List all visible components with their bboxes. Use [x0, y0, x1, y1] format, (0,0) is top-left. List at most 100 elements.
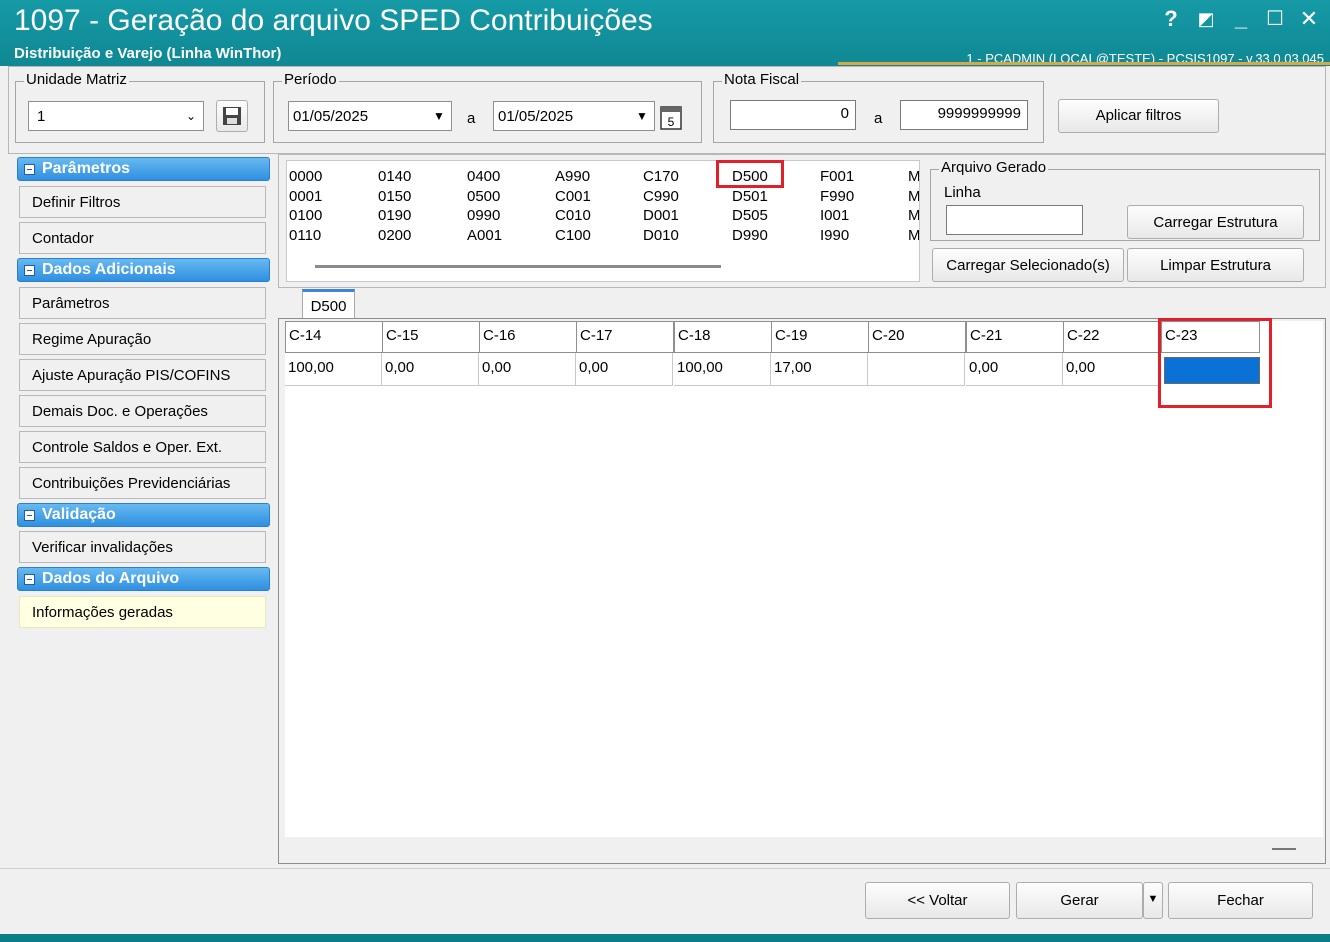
grid-cell[interactable]: 17,00: [771, 353, 868, 386]
horizontal-scrollbar[interactable]: [315, 265, 721, 268]
structure-record-item[interactable]: D505: [732, 206, 768, 225]
structure-record-item[interactable]: A990: [555, 167, 590, 186]
apply-filters-button[interactable]: Aplicar filtros: [1058, 99, 1219, 133]
grid-column-header[interactable]: C-16: [479, 321, 577, 353]
nav-item-definir-filtros[interactable]: Definir Filtros: [19, 186, 266, 218]
structure-record-item[interactable]: 0110: [289, 226, 321, 245]
collapse-icon[interactable]: [24, 574, 35, 585]
grid-cell[interactable]: 100,00: [285, 353, 382, 386]
structure-record-item[interactable]: 0190: [378, 206, 411, 225]
periodo-start-date[interactable]: 01/05/2025 ▼: [288, 101, 452, 131]
close-icon[interactable]: ✕: [1296, 6, 1322, 32]
limpar-estrutura-button[interactable]: Limpar Estrutura: [1127, 248, 1304, 282]
minimize-icon[interactable]: _: [1228, 6, 1254, 32]
structure-record-item[interactable]: M: [908, 187, 919, 206]
structure-record-item[interactable]: I990: [820, 226, 849, 245]
grid-resize-handle[interactable]: [1272, 848, 1296, 850]
grid-cell[interactable]: 0,00: [576, 353, 673, 386]
structure-record-item[interactable]: C001: [555, 187, 591, 206]
structure-record-item[interactable]: 0400: [467, 167, 500, 186]
nav-item-controle-saldos[interactable]: Controle Saldos e Oper. Ext.: [19, 431, 266, 463]
structure-record-item[interactable]: C170: [643, 167, 679, 186]
structure-record-item[interactable]: 0500: [467, 187, 500, 206]
collapse-icon[interactable]: [24, 510, 35, 521]
voltar-button[interactable]: << Voltar: [865, 882, 1010, 919]
periodo-start-value: 01/05/2025: [293, 108, 369, 125]
nota-fiscal-start-input[interactable]: 0: [730, 100, 856, 130]
nav-item-demais-doc[interactable]: Demais Doc. e Operações: [19, 395, 266, 427]
nav-item-contribuicoes-previdenciarias[interactable]: Contribuições Previdenciárias: [19, 467, 266, 499]
structure-record-item[interactable]: C990: [643, 187, 679, 206]
nav-item-verificar-invalidacoes[interactable]: Verificar invalidações: [19, 531, 266, 563]
grid-column-header[interactable]: C-18: [674, 321, 772, 353]
calendar-icon[interactable]: 5: [658, 103, 684, 131]
structure-record-item[interactable]: D010: [643, 226, 679, 245]
grid-cell[interactable]: 0,00: [479, 353, 576, 386]
structure-record-item[interactable]: 0990: [467, 206, 500, 225]
grid-column-header[interactable]: C-21: [966, 321, 1064, 353]
title-bar[interactable]: 1097 - Geração do arquivo SPED Contribui…: [0, 0, 1330, 66]
nav-item-informacoes-geradas[interactable]: Informações geradas: [19, 596, 266, 628]
structure-record-item[interactable]: F990: [820, 187, 854, 206]
structure-record-item[interactable]: I001: [820, 206, 849, 225]
nav-group-validacao[interactable]: Validação: [17, 503, 270, 527]
grid-column-header[interactable]: C-19: [771, 321, 869, 353]
collapse-icon[interactable]: [24, 164, 35, 175]
window-bottom-border: [0, 934, 1330, 942]
structure-record-item[interactable]: D501: [732, 187, 768, 206]
periodo-end-date[interactable]: 01/05/2025 ▼: [493, 101, 655, 131]
structure-record-item[interactable]: C010: [555, 206, 591, 225]
nav-item-regime-apuracao[interactable]: Regime Apuração: [19, 323, 266, 355]
structure-record-item[interactable]: C100: [555, 226, 591, 245]
grid-cell[interactable]: 0,00: [382, 353, 479, 386]
grid-column-header[interactable]: C-15: [382, 321, 480, 353]
grid-cell[interactable]: 0,00: [1063, 353, 1160, 386]
structure-list[interactable]: 0000 0001 0100 0110 0140 0150 0190 0200 0400 0500…: [286, 160, 920, 282]
carregar-estrutura-button[interactable]: Carregar Estrutura: [1127, 205, 1304, 239]
structure-record-item[interactable]: F001: [820, 167, 854, 186]
structure-record-item[interactable]: 0001: [289, 187, 322, 206]
linha-input[interactable]: [946, 205, 1083, 235]
structure-record-item[interactable]: 0200: [378, 226, 411, 245]
structure-record-item[interactable]: 0100: [289, 206, 322, 225]
nav-item-ajuste-apuracao[interactable]: Ajuste Apuração PIS/COFINS: [19, 359, 266, 391]
structure-record-item[interactable]: 0150: [378, 187, 411, 206]
chevron-down-icon[interactable]: ⌄: [179, 102, 203, 130]
grid-column-header[interactable]: C-20: [868, 321, 966, 353]
help-icon[interactable]: ?: [1158, 6, 1184, 32]
gerar-button[interactable]: Gerar: [1016, 882, 1143, 919]
grid-column-header[interactable]: C-17: [576, 321, 674, 353]
nota-fiscal-end-input[interactable]: 9999999999: [900, 100, 1028, 130]
grid-cell[interactable]: 0,00: [966, 353, 1063, 386]
grid-column-header[interactable]: C-14: [285, 321, 383, 353]
nav-group-dados-arquivo[interactable]: Dados do Arquivo: [17, 567, 270, 591]
carregar-selecionados-button[interactable]: Carregar Selecionado(s): [932, 248, 1124, 282]
nav-group-title: Dados Adicionais: [42, 261, 176, 278]
tab-d500[interactable]: D500: [302, 289, 355, 319]
gerar-dropdown-icon[interactable]: ▼: [1143, 882, 1163, 919]
structure-record-item[interactable]: 0140: [378, 167, 411, 186]
nav-group-parametros[interactable]: Parâmetros: [17, 157, 270, 181]
fechar-button[interactable]: Fechar: [1168, 882, 1313, 919]
unidade-matriz-select[interactable]: 1 ⌄: [28, 101, 204, 131]
nav-group-dados-adicionais[interactable]: Dados Adicionais: [17, 258, 270, 282]
structure-record-item[interactable]: A001: [467, 226, 502, 245]
structure-record-item[interactable]: D990: [732, 226, 768, 245]
grid-column-header[interactable]: C-22: [1063, 321, 1161, 353]
save-button[interactable]: [216, 100, 248, 132]
restore-icon[interactable]: ◩: [1193, 9, 1219, 30]
dropdown-arrow-icon[interactable]: ▼: [427, 102, 451, 130]
structure-record-item[interactable]: 0000: [289, 167, 322, 186]
structure-record-item[interactable]: M: [908, 167, 919, 186]
nav-item-contador[interactable]: Contador: [19, 222, 266, 254]
structure-record-item[interactable]: D001: [643, 206, 679, 225]
arquivo-gerado-label: Arquivo Gerado: [939, 159, 1049, 176]
grid-cell[interactable]: 100,00: [674, 353, 771, 386]
dropdown-arrow-icon[interactable]: ▼: [630, 102, 654, 130]
grid-cell[interactable]: [868, 353, 965, 386]
structure-record-item[interactable]: M: [908, 206, 919, 225]
nav-item-parametros[interactable]: Parâmetros: [19, 287, 266, 319]
structure-record-item[interactable]: M: [908, 226, 919, 245]
collapse-icon[interactable]: [24, 265, 35, 276]
maximize-icon[interactable]: ☐: [1262, 6, 1288, 31]
